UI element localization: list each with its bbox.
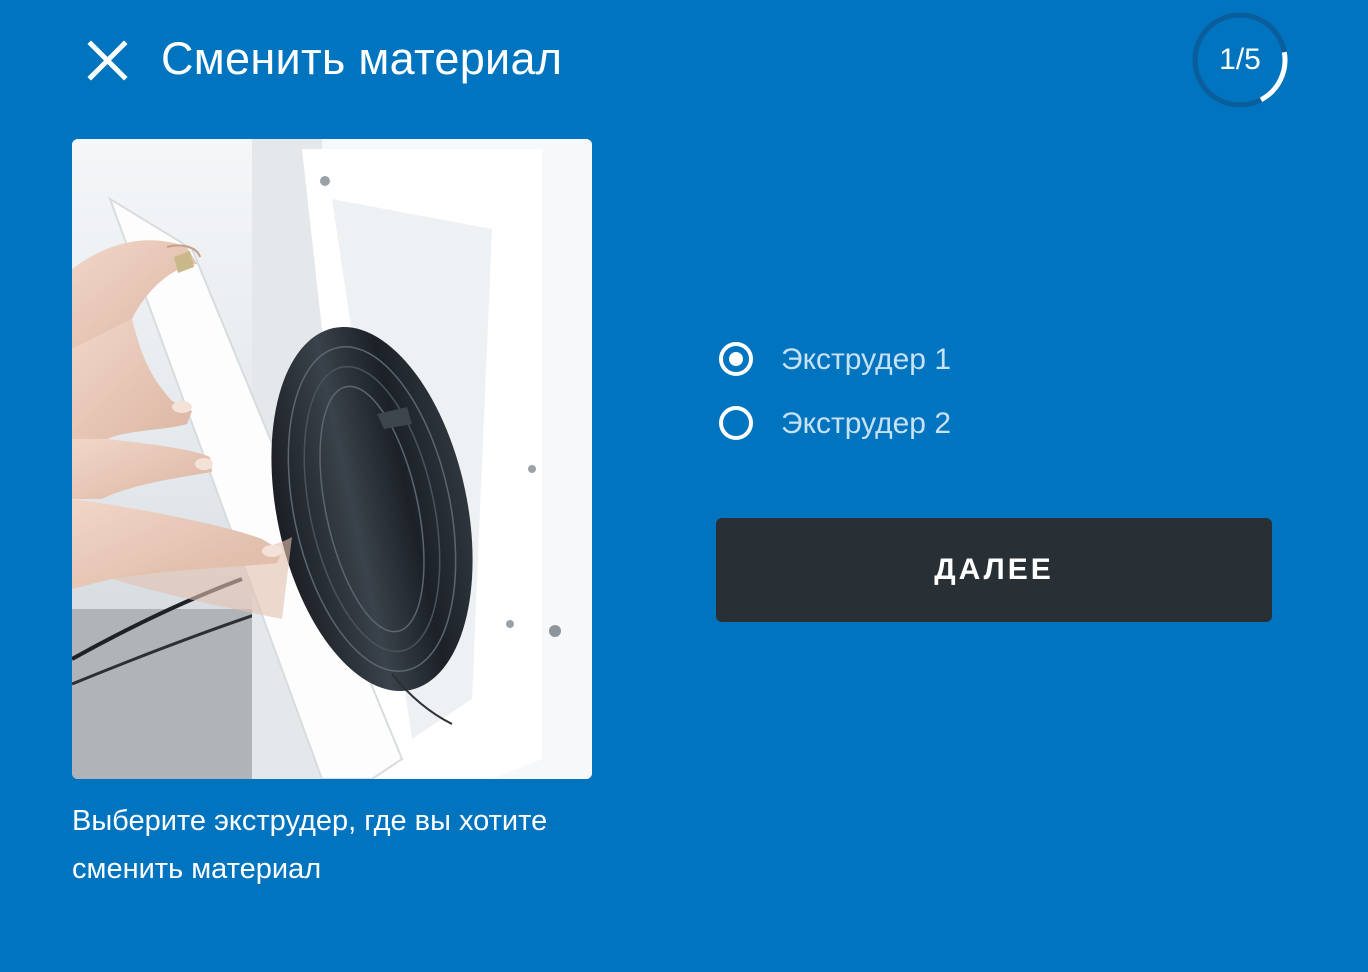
extruder-1-label[interactable]: Экструдер 1 <box>781 340 951 380</box>
next-button[interactable]: ДАЛЕЕ <box>716 518 1272 622</box>
radio-unselected-icon[interactable] <box>719 406 753 440</box>
step-counter: 1/5 <box>1219 43 1261 76</box>
radio-selected-icon[interactable] <box>719 342 753 376</box>
close-icon <box>87 40 128 81</box>
close-button[interactable] <box>84 36 132 84</box>
extruder-2-option[interactable]: Экструдер 2 <box>718 404 1118 448</box>
extruder-radio-group: Экструдер 1 Экструдер 2 <box>718 340 1118 468</box>
extruder-2-label[interactable]: Экструдер 2 <box>781 404 951 444</box>
step-progress-indicator: 1/5 <box>1190 10 1290 110</box>
page-title: Сменить материал <box>161 33 563 84</box>
instruction-text: Выберите экструдер, где вы хотите сменит… <box>72 805 548 885</box>
extruder-1-option[interactable]: Экструдер 1 <box>718 340 1118 384</box>
spool-illustration <box>72 139 592 779</box>
